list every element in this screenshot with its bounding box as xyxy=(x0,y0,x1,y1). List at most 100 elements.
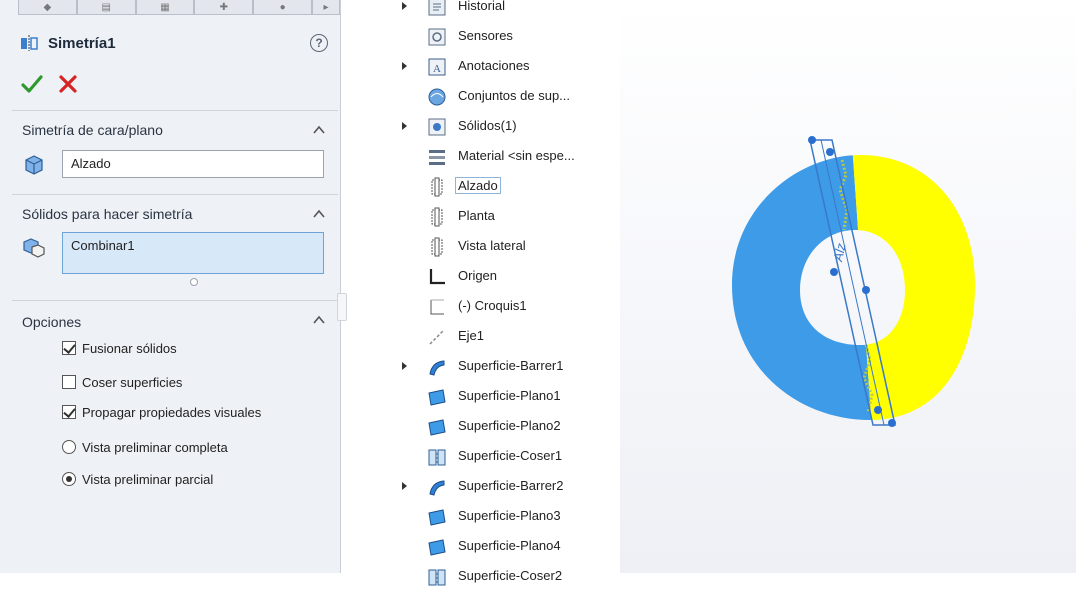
full-preview-label: Vista preliminar completa xyxy=(82,439,228,455)
feature-header: Simetría1 ? xyxy=(18,32,328,56)
tree-item-label: Alzado xyxy=(455,177,501,194)
property-manager: ◆ ▤ ▦ ✚ ● ▸ Simetría1 ? Simetría de cara… xyxy=(0,0,341,573)
tab-property-manager[interactable]: ▤ xyxy=(76,0,136,15)
tree-item-label: Eje1 xyxy=(458,328,485,343)
tab-more[interactable]: ▸ xyxy=(311,0,340,15)
tree-item[interactable]: Superficie-Barrer1 xyxy=(400,354,620,380)
expand-arrow-icon[interactable] xyxy=(402,2,407,10)
plane-icon xyxy=(431,207,443,227)
full-preview-radio[interactable] xyxy=(62,440,76,454)
partial-preview-option[interactable]: Vista preliminar parcial xyxy=(62,469,213,489)
tree-item-label: Conjuntos de sup... xyxy=(458,88,571,103)
knit-surface-icon xyxy=(428,569,446,586)
propagate-visual-checkbox[interactable] xyxy=(62,405,76,419)
plane-handle xyxy=(874,406,882,414)
tree-item[interactable]: Superficie-Coser1 xyxy=(400,444,620,470)
history-icon xyxy=(428,0,446,16)
tab-configuration-manager[interactable]: ▦ xyxy=(135,0,195,15)
tree-item[interactable]: Vista lateral xyxy=(400,234,620,260)
material-icon xyxy=(429,150,445,165)
knit-surfaces-label: Coser superficies xyxy=(82,374,183,390)
expand-arrow-icon[interactable] xyxy=(402,62,407,70)
solid-bodies-icon xyxy=(428,118,446,136)
tree-item-label: Anotaciones xyxy=(458,58,530,73)
tree-item[interactable]: Superficie-Plano1 xyxy=(400,384,620,410)
tree-item[interactable]: Planta xyxy=(400,204,620,230)
plane-label: Alz xyxy=(830,241,849,263)
knit-surface-icon xyxy=(428,449,446,466)
expand-arrow-icon[interactable] xyxy=(402,122,407,130)
tree-item-label: Superficie-Plano3 xyxy=(458,508,561,523)
tree-item-label: Material <sin espe... xyxy=(458,148,575,163)
tree-item[interactable]: Superficie-Plano2 xyxy=(400,414,620,440)
planar-surface-icon xyxy=(428,389,446,406)
face-plane-icon xyxy=(25,155,43,175)
expand-arrow-icon[interactable] xyxy=(402,482,407,490)
feature-tree: Historial Sensores A Anotaciones Conjuntos d… xyxy=(400,0,620,586)
sensor-icon xyxy=(428,28,446,46)
configuration-icon: ▦ xyxy=(160,1,170,13)
feature-title: Simetría1 xyxy=(48,35,116,52)
planar-surface-icon xyxy=(428,509,446,526)
resize-handle[interactable] xyxy=(190,278,198,286)
plane-handle xyxy=(888,419,896,427)
knit-surfaces-option[interactable]: Coser superficies xyxy=(62,372,182,392)
close-icon xyxy=(59,75,77,93)
divider xyxy=(12,110,338,111)
tree-item[interactable]: Superficie-Plano3 xyxy=(400,504,620,530)
tree-item[interactable]: Historial xyxy=(400,0,620,20)
planar-surface-icon xyxy=(428,539,446,556)
tab-feature-manager[interactable]: ◆ xyxy=(18,0,77,15)
tree-item[interactable]: Sólidos(1) xyxy=(400,114,620,140)
merge-solids-option[interactable]: Fusionar sólidos xyxy=(62,338,177,358)
display-icon: ● xyxy=(279,1,286,13)
collapse-chevron-icon[interactable] xyxy=(312,124,326,136)
tree-item[interactable]: Superficie-Coser2 xyxy=(400,564,620,590)
tree-item[interactable]: Alzado xyxy=(400,174,620,200)
tree-item[interactable]: Superficie-Barrer2 xyxy=(400,474,620,500)
group-title-options: Opciones xyxy=(22,314,82,330)
tree-item-label: Sólidos(1) xyxy=(458,118,517,133)
knit-surfaces-checkbox[interactable] xyxy=(62,375,76,389)
tree-item-label: Origen xyxy=(458,268,498,283)
full-preview-option[interactable]: Vista preliminar completa xyxy=(62,437,228,457)
model-view[interactable]: Alz xyxy=(620,0,1076,573)
group-title-mirror-face: Simetría de cara/plano xyxy=(22,122,163,138)
tree-item-label: Superficie-Barrer1 xyxy=(458,358,564,373)
tree-item-label: Superficie-Barrer2 xyxy=(458,478,564,493)
bodies-list[interactable]: Combinar1 xyxy=(62,232,324,274)
plane-icon xyxy=(431,177,443,197)
tree-item[interactable]: Material <sin espe... xyxy=(400,144,620,170)
bodies-icon xyxy=(23,238,45,258)
cancel-button[interactable] xyxy=(56,72,80,96)
collapse-chevron-icon[interactable] xyxy=(312,314,326,326)
tree-item[interactable]: Superficie-Plano4 xyxy=(400,534,620,560)
ok-button[interactable] xyxy=(20,72,44,96)
propagate-visual-option[interactable]: Propagar propiedades visuales xyxy=(62,402,261,422)
tree-item-label: Superficie-Coser2 xyxy=(458,568,563,583)
tree-item[interactable]: Origen xyxy=(400,264,620,290)
tree-item[interactable]: A Anotaciones xyxy=(400,54,620,80)
panel-collapse-handle[interactable] xyxy=(337,293,347,321)
help-icon[interactable]: ? xyxy=(310,34,328,52)
expand-arrow-icon[interactable] xyxy=(402,362,407,370)
tree-item[interactable]: (-) Croquis1 xyxy=(400,294,620,320)
annotation-icon: A xyxy=(428,58,446,76)
graphics-area[interactable]: Alz xyxy=(620,0,1076,573)
tab-dimxpert[interactable]: ✚ xyxy=(194,0,254,15)
tree-item[interactable]: Eje1 xyxy=(400,324,620,350)
axis-icon xyxy=(429,329,445,345)
mirror-face-field[interactable]: Alzado xyxy=(62,150,324,178)
tree-item[interactable]: Sensores xyxy=(400,24,620,50)
collapse-chevron-icon[interactable] xyxy=(312,208,326,220)
plane-handle xyxy=(862,286,870,294)
tab-display-manager[interactable]: ● xyxy=(253,0,312,15)
merge-solids-checkbox[interactable] xyxy=(62,341,76,355)
tree-item-label: Superficie-Plano1 xyxy=(458,388,561,403)
list-item[interactable]: Combinar1 xyxy=(71,238,135,253)
plane-handle xyxy=(808,136,816,144)
partial-preview-radio[interactable] xyxy=(62,472,76,486)
tree-item[interactable]: Conjuntos de sup... xyxy=(400,84,620,110)
tree-item-label: Superficie-Plano2 xyxy=(458,418,561,433)
dimxpert-icon: ✚ xyxy=(219,1,228,13)
